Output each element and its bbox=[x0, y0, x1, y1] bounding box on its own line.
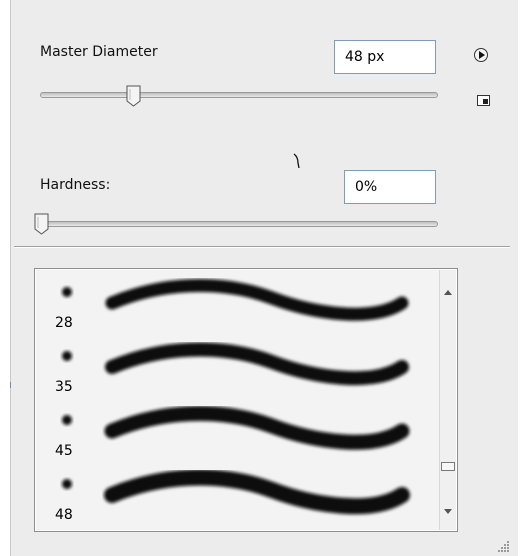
new-preset-icon[interactable] bbox=[477, 95, 490, 106]
scrollbar-thumb[interactable] bbox=[441, 462, 455, 471]
brush-tip-icon bbox=[62, 351, 72, 361]
brush-preset-item[interactable]: 45 bbox=[36, 402, 426, 466]
panel-border bbox=[10, 0, 11, 556]
cursor-icon bbox=[293, 153, 300, 169]
hardness-slider-track[interactable] bbox=[40, 221, 438, 227]
brush-preset-list-area: 28 35 45 48 bbox=[36, 270, 439, 530]
scrollbar[interactable] bbox=[439, 270, 456, 530]
brush-size-label: 28 bbox=[55, 315, 73, 331]
brush-stroke-preview bbox=[104, 406, 410, 450]
brush-tip-icon bbox=[62, 415, 72, 425]
hardness-slider-thumb[interactable] bbox=[34, 213, 49, 235]
master-diameter-label: Master Diameter bbox=[40, 44, 158, 60]
master-diameter-slider-thumb[interactable] bbox=[126, 85, 141, 107]
brush-size-label: 45 bbox=[55, 443, 73, 459]
brush-stroke-preview bbox=[104, 470, 410, 515]
edge-tick bbox=[10, 382, 11, 388]
play-circle-icon[interactable] bbox=[474, 48, 488, 62]
brush-size-label: 35 bbox=[55, 379, 73, 395]
hardness-field[interactable]: 0% bbox=[344, 170, 436, 204]
brush-stroke-preview bbox=[105, 342, 409, 386]
master-diameter-slider-track[interactable] bbox=[40, 92, 438, 98]
brush-stroke-preview bbox=[105, 279, 409, 321]
brush-tip-icon bbox=[62, 287, 72, 297]
section-divider-highlight bbox=[14, 247, 510, 248]
brush-size-label: 48 bbox=[55, 507, 73, 523]
resize-grip-icon[interactable] bbox=[496, 540, 510, 552]
brush-preset-item[interactable]: 48 bbox=[36, 466, 426, 530]
brush-preset-item[interactable]: 28 bbox=[36, 274, 426, 338]
scroll-down-arrow-icon[interactable] bbox=[444, 509, 452, 514]
brush-tip-icon bbox=[62, 479, 72, 489]
brush-preset-item[interactable]: 35 bbox=[36, 338, 426, 402]
brush-preset-list[interactable]: 28 35 45 48 bbox=[34, 268, 458, 532]
master-diameter-field[interactable]: 48 px bbox=[334, 40, 436, 74]
hardness-label: Hardness: bbox=[40, 177, 111, 193]
scroll-up-arrow-icon[interactable] bbox=[444, 290, 452, 295]
